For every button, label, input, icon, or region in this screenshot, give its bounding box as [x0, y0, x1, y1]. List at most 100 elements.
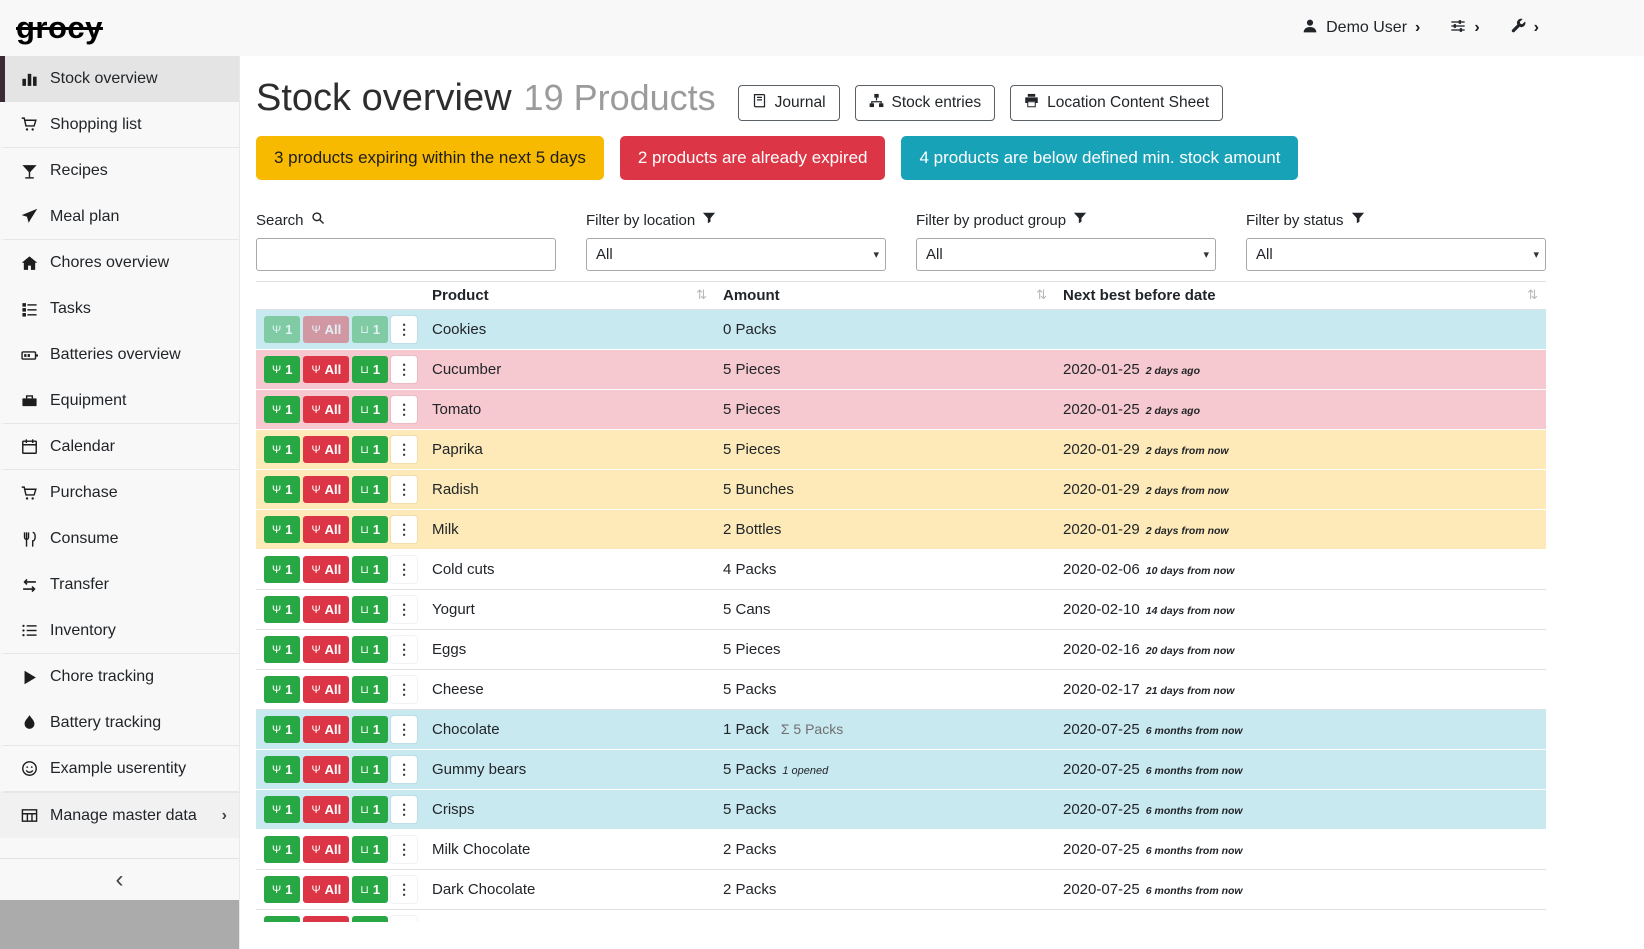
consume-one-button[interactable]: Ψ1: [264, 676, 300, 703]
open-one-button[interactable]: ⊔1: [352, 396, 388, 423]
open-one-button[interactable]: ⊔1: [352, 916, 388, 922]
open-one-button[interactable]: ⊔1: [352, 636, 388, 663]
product-column-header[interactable]: Product⇅: [424, 282, 715, 310]
expired-alert[interactable]: 2 products are already expired: [620, 136, 886, 180]
sort-icon[interactable]: ⇅: [1036, 287, 1047, 303]
row-menu-button[interactable]: ⋮: [391, 716, 417, 743]
sidebar-item-calendar[interactable]: Calendar: [0, 424, 239, 470]
sidebar-item-chores-overview[interactable]: Chores overview: [0, 240, 239, 286]
row-menu-button[interactable]: ⋮: [391, 396, 417, 423]
sidebar-item-example-userentity[interactable]: Example userentity: [0, 746, 239, 792]
grocy-logo[interactable]: grocy: [16, 10, 103, 46]
open-one-button[interactable]: ⊔1: [352, 716, 388, 743]
next-best-before-column-header[interactable]: Next best before date⇅: [1055, 282, 1546, 310]
stock-entries-button[interactable]: Stock entries: [855, 85, 996, 121]
consume-all-button[interactable]: ΨAll: [303, 436, 349, 463]
amount-column-header[interactable]: Amount⇅: [715, 282, 1055, 310]
below-min-stock-alert[interactable]: 4 products are below defined min. stock …: [901, 136, 1298, 180]
row-menu-button[interactable]: ⋮: [391, 636, 417, 663]
sidebar-item-stock-overview[interactable]: Stock overview: [0, 56, 239, 102]
consume-all-button[interactable]: ΨAll: [303, 316, 349, 343]
open-one-button[interactable]: ⊔1: [352, 476, 388, 503]
sort-icon[interactable]: ⇅: [696, 287, 707, 303]
open-one-button[interactable]: ⊔1: [352, 836, 388, 863]
consume-all-button[interactable]: ΨAll: [303, 876, 349, 903]
consume-all-button[interactable]: ΨAll: [303, 596, 349, 623]
status-filter-select[interactable]: All ▾: [1246, 238, 1546, 271]
row-menu-button[interactable]: ⋮: [391, 316, 417, 343]
consume-one-button[interactable]: Ψ1: [264, 796, 300, 823]
open-one-button[interactable]: ⊔1: [352, 676, 388, 703]
consume-one-button[interactable]: Ψ1: [264, 596, 300, 623]
consume-all-button[interactable]: ΨAll: [303, 676, 349, 703]
consume-all-button[interactable]: ΨAll: [303, 836, 349, 863]
consume-one-button[interactable]: Ψ1: [264, 516, 300, 543]
open-one-button[interactable]: ⊔1: [352, 596, 388, 623]
sidebar-item-recipes[interactable]: Recipes: [0, 148, 239, 194]
open-one-button[interactable]: ⊔1: [352, 876, 388, 903]
row-menu-button[interactable]: ⋮: [391, 476, 417, 503]
sidebar-item-meal-plan[interactable]: Meal plan: [0, 194, 239, 240]
consume-one-button[interactable]: Ψ1: [264, 876, 300, 903]
open-one-button[interactable]: ⊔1: [352, 756, 388, 783]
user-menu[interactable]: Demo User ›: [1302, 18, 1420, 39]
consume-one-button[interactable]: Ψ1: [264, 756, 300, 783]
sidebar-item-manage-master-data[interactable]: Manage master data ›: [0, 792, 239, 838]
expiring-soon-alert[interactable]: 3 products expiring within the next 5 da…: [256, 136, 604, 180]
open-one-button[interactable]: ⊔1: [352, 316, 388, 343]
sidebar-item-inventory[interactable]: Inventory: [0, 608, 239, 654]
row-menu-button[interactable]: ⋮: [391, 876, 417, 903]
consume-all-button[interactable]: ΨAll: [303, 716, 349, 743]
consume-one-button[interactable]: Ψ1: [264, 436, 300, 463]
sidebar-item-purchase[interactable]: Purchase: [0, 470, 239, 516]
consume-all-button[interactable]: ΨAll: [303, 396, 349, 423]
consume-one-button[interactable]: Ψ1: [264, 476, 300, 503]
admin-menu[interactable]: ›: [1510, 18, 1539, 39]
consume-all-button[interactable]: ΨAll: [303, 916, 349, 922]
row-menu-button[interactable]: ⋮: [391, 676, 417, 703]
consume-all-button[interactable]: ΨAll: [303, 556, 349, 583]
row-menu-button[interactable]: ⋮: [391, 436, 417, 463]
open-one-button[interactable]: ⊔1: [352, 436, 388, 463]
sidebar-item-equipment[interactable]: Equipment: [0, 378, 239, 424]
sidebar-item-batteries-overview[interactable]: Batteries overview: [0, 332, 239, 378]
sidebar-item-battery-tracking[interactable]: Battery tracking: [0, 700, 239, 746]
search-input[interactable]: [256, 238, 556, 271]
sidebar-item-consume[interactable]: Consume: [0, 516, 239, 562]
sort-icon[interactable]: ⇅: [1527, 287, 1538, 303]
row-menu-button[interactable]: ⋮: [391, 596, 417, 623]
consume-all-button[interactable]: ΨAll: [303, 356, 349, 383]
consume-all-button[interactable]: ΨAll: [303, 756, 349, 783]
settings-menu[interactable]: ›: [1450, 18, 1479, 39]
open-one-button[interactable]: ⊔1: [352, 556, 388, 583]
row-menu-button[interactable]: ⋮: [391, 516, 417, 543]
row-menu-button[interactable]: ⋮: [391, 796, 417, 823]
row-menu-button[interactable]: ⋮: [391, 836, 417, 863]
consume-one-button[interactable]: Ψ1: [264, 396, 300, 423]
consume-one-button[interactable]: Ψ1: [264, 556, 300, 583]
open-one-button[interactable]: ⊔1: [352, 516, 388, 543]
row-menu-button[interactable]: ⋮: [391, 556, 417, 583]
sidebar-item-transfer[interactable]: Transfer: [0, 562, 239, 608]
consume-one-button[interactable]: Ψ1: [264, 636, 300, 663]
open-one-button[interactable]: ⊔1: [352, 796, 388, 823]
sidebar-item-tasks[interactable]: Tasks: [0, 286, 239, 332]
product-group-filter-select[interactable]: All ▾: [916, 238, 1216, 271]
consume-one-button[interactable]: Ψ1: [264, 836, 300, 863]
row-menu-button[interactable]: ⋮: [391, 756, 417, 783]
sidebar-collapse-button[interactable]: ‹: [0, 858, 239, 900]
consume-one-button[interactable]: Ψ1: [264, 316, 300, 343]
consume-one-button[interactable]: Ψ1: [264, 916, 300, 922]
consume-all-button[interactable]: ΨAll: [303, 516, 349, 543]
consume-one-button[interactable]: Ψ1: [264, 356, 300, 383]
consume-all-button[interactable]: ΨAll: [303, 476, 349, 503]
row-menu-button[interactable]: ⋮: [391, 356, 417, 383]
journal-button[interactable]: Journal: [738, 85, 840, 121]
location-content-sheet-button[interactable]: Location Content Sheet: [1010, 85, 1223, 121]
open-one-button[interactable]: ⊔1: [352, 356, 388, 383]
consume-all-button[interactable]: ΨAll: [303, 636, 349, 663]
consume-one-button[interactable]: Ψ1: [264, 716, 300, 743]
row-menu-button[interactable]: ⋮: [391, 916, 417, 922]
sidebar-item-shopping-list[interactable]: Shopping list: [0, 102, 239, 148]
location-filter-select[interactable]: All ▾: [586, 238, 886, 271]
